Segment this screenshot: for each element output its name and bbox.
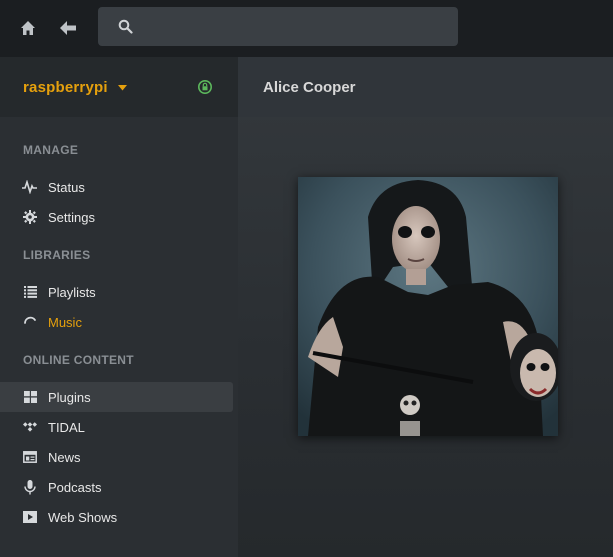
back-arrow-icon	[60, 21, 76, 35]
microphone-icon	[22, 479, 38, 495]
top-bar	[0, 0, 613, 57]
sidebar-item-podcasts[interactable]: Podcasts	[0, 472, 233, 502]
content-header: Alice Cooper	[238, 57, 613, 117]
sidebar-item-status[interactable]: Status	[0, 172, 233, 202]
main-content: Alice Cooper	[238, 57, 613, 557]
lock-icon[interactable]	[198, 80, 212, 94]
search-input[interactable]	[142, 7, 446, 48]
sidebar-item-label: Settings	[48, 209, 95, 225]
sidebar-item-web-shows[interactable]: Web Shows	[0, 502, 233, 532]
home-button[interactable]	[17, 17, 39, 39]
newspaper-icon	[22, 449, 38, 465]
caret-down-icon[interactable]	[118, 85, 127, 91]
search-box[interactable]	[98, 7, 458, 48]
sidebar-item-playlists[interactable]: Playlists	[0, 277, 233, 307]
artist-photo	[298, 177, 558, 436]
grid-icon	[22, 389, 38, 405]
sidebar-item-tidal[interactable]: TIDAL	[0, 412, 233, 442]
home-icon	[21, 21, 35, 35]
activity-icon	[22, 179, 38, 195]
artist-artwork[interactable]	[298, 177, 558, 436]
sidebar-item-label: Web Shows	[48, 509, 118, 525]
loading-spinner-icon	[22, 314, 38, 330]
section-manage: MANAGE	[23, 143, 79, 157]
page-title: Alice Cooper	[263, 79, 356, 96]
sidebar-item-label: Podcasts	[48, 479, 102, 495]
sidebar-item-label: TIDAL	[48, 419, 85, 435]
sidebar-item-label: News	[48, 449, 81, 465]
search-icon	[118, 19, 133, 34]
play-square-icon	[22, 509, 38, 525]
sidebar-item-label: Playlists	[48, 284, 96, 300]
section-online-content: ONLINE CONTENT	[23, 353, 134, 367]
sidebar-item-music[interactable]: Music	[0, 307, 233, 337]
tidal-icon	[22, 419, 38, 435]
section-libraries: LIBRARIES	[23, 248, 91, 262]
sidebar-item-label: Status	[48, 179, 85, 195]
sidebar-item-label: Plugins	[48, 389, 91, 405]
back-button[interactable]	[57, 17, 79, 39]
list-icon	[22, 284, 38, 300]
sidebar: raspberrypi MANAGE Status Settings LIBRA…	[0, 57, 238, 557]
server-name[interactable]: raspberrypi	[23, 79, 108, 96]
gear-icon	[22, 209, 38, 225]
sidebar-item-settings[interactable]: Settings	[0, 202, 233, 232]
sidebar-item-label: Music	[48, 314, 82, 330]
server-selector[interactable]: raspberrypi	[0, 57, 238, 117]
sidebar-item-news[interactable]: News	[0, 442, 233, 472]
sidebar-item-plugins[interactable]: Plugins	[0, 382, 233, 412]
